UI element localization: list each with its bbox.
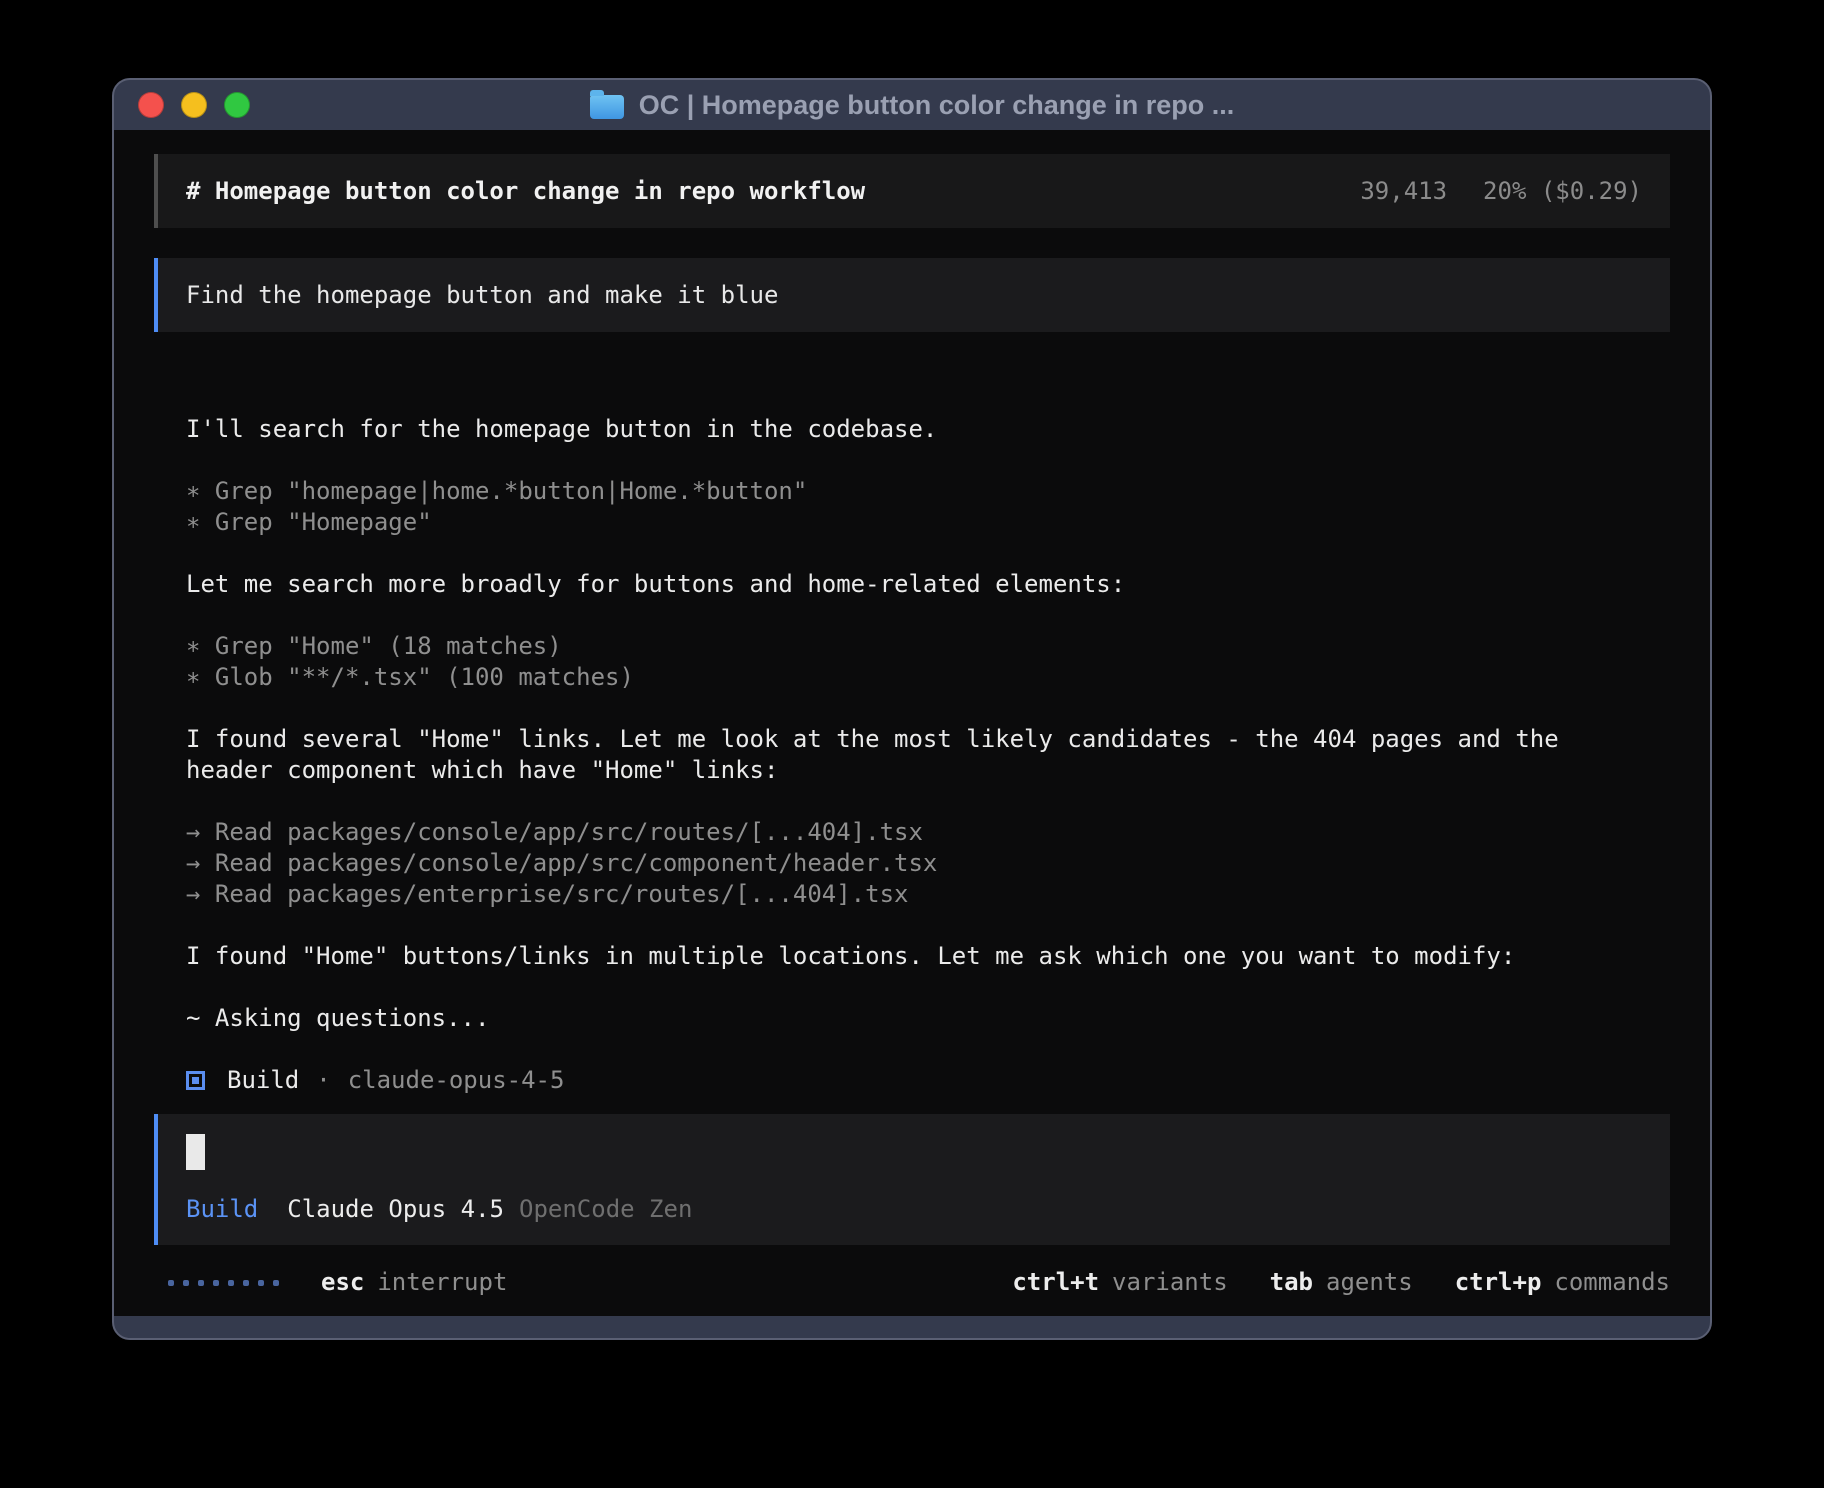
badge-separator: ·	[316, 1065, 330, 1096]
hint-label: variants	[1112, 1267, 1228, 1298]
transcript-gap	[186, 538, 1670, 569]
tool-call-line: ∗ Grep "Home" (18 matches)	[186, 631, 1670, 662]
session-stats: 39,413 20% ($0.29)	[1360, 177, 1642, 205]
transcript-gap	[186, 445, 1670, 476]
prompt-input[interactable]: Build Claude Opus 4.5 OpenCode Zen	[154, 1114, 1670, 1245]
spinner-dot	[168, 1280, 174, 1286]
input-model-label[interactable]: Claude Opus 4.5	[287, 1194, 504, 1225]
user-message-text: Find the homepage button and make it blu…	[186, 281, 778, 309]
assistant-transcript: I'll search for the homepage button in t…	[186, 414, 1670, 1034]
token-count: 39,413	[1360, 177, 1447, 205]
spinner-dot	[213, 1280, 219, 1286]
tool-call-line: → Read packages/console/app/src/routes/[…	[186, 817, 1670, 848]
keyboard-hints: ctrl+t variants tab agents ctrl+p commands	[1012, 1267, 1670, 1298]
session-title: # Homepage button color change in repo w…	[186, 177, 865, 205]
interrupt-hint-key: esc	[321, 1267, 364, 1298]
transcript-gap	[186, 910, 1670, 941]
transcript-gap	[186, 786, 1670, 817]
agent-name: Build	[227, 1065, 299, 1096]
spinner-dot	[273, 1280, 279, 1286]
terminal-window: OC | Homepage button color change in rep…	[112, 78, 1712, 1340]
assistant-text-line: ~ Asking questions...	[186, 1003, 1670, 1034]
spinner-dot	[198, 1280, 204, 1286]
agent-model: claude-opus-4-5	[348, 1065, 565, 1096]
spinner-dot	[243, 1280, 249, 1286]
assistant-text-line: I found "Home" buttons/links in multiple…	[186, 941, 1670, 972]
tool-call-line: ∗ Grep "homepage|home.*button|Home.*butt…	[186, 476, 1670, 507]
agent-badge: Build · claude-opus-4-5	[186, 1065, 1670, 1096]
session-header: # Homepage button color change in repo w…	[154, 154, 1670, 228]
hint-key: tab	[1270, 1267, 1313, 1298]
agent-square-icon	[186, 1071, 205, 1090]
interrupt-hint-label: interrupt	[377, 1267, 507, 1298]
user-message: Find the homepage button and make it blu…	[154, 258, 1670, 332]
spinner-dot	[258, 1280, 264, 1286]
input-provider-label: OpenCode Zen	[519, 1194, 692, 1225]
keyboard-hint: ctrl+t variants	[1012, 1267, 1227, 1298]
window-controls	[138, 92, 250, 118]
hint-key: ctrl+t	[1012, 1267, 1099, 1298]
close-button[interactable]	[138, 92, 164, 118]
tool-call-line: ∗ Grep "Homepage"	[186, 507, 1670, 538]
input-agent-label[interactable]: Build	[186, 1194, 258, 1225]
assistant-text-line: Let me search more broadly for buttons a…	[186, 569, 1670, 600]
working-spinner	[168, 1280, 279, 1286]
transcript-gap	[186, 972, 1670, 1003]
transcript-gap	[186, 600, 1670, 631]
assistant-text-line: header component which have "Home" links…	[186, 755, 1670, 786]
window-title: OC | Homepage button color change in rep…	[639, 90, 1235, 121]
zoom-button[interactable]	[224, 92, 250, 118]
hint-label: agents	[1326, 1267, 1413, 1298]
minimize-button[interactable]	[181, 92, 207, 118]
assistant-text-line: I'll search for the homepage button in t…	[186, 414, 1670, 445]
status-bar: esc interrupt ctrl+tvariantstabagentsctr…	[154, 1267, 1670, 1298]
hint-label: commands	[1554, 1267, 1670, 1298]
text-cursor	[186, 1134, 205, 1170]
tool-call-line: ∗ Glob "**/*.tsx" (100 matches)	[186, 662, 1670, 693]
hint-key: ctrl+p	[1455, 1267, 1542, 1298]
terminal-content: # Homepage button color change in repo w…	[114, 130, 1710, 1316]
spinner-dot	[228, 1280, 234, 1286]
interrupt-hint: esc interrupt	[321, 1267, 507, 1298]
folder-icon	[590, 95, 624, 119]
keyboard-hint: tab agents	[1270, 1267, 1413, 1298]
window-titlebar: OC | Homepage button color change in rep…	[114, 80, 1710, 130]
transcript-gap	[186, 693, 1670, 724]
keyboard-hint: ctrl+p commands	[1455, 1267, 1670, 1298]
input-footer: Build Claude Opus 4.5 OpenCode Zen	[186, 1194, 1642, 1225]
titlebar-title-group: OC | Homepage button color change in rep…	[590, 90, 1235, 121]
tool-call-line: → Read packages/console/app/src/componen…	[186, 848, 1670, 879]
context-usage: 20% ($0.29)	[1483, 177, 1642, 205]
assistant-text-line: I found several "Home" links. Let me loo…	[186, 724, 1670, 755]
spinner-dot	[183, 1280, 189, 1286]
tool-call-line: → Read packages/enterprise/src/routes/[.…	[186, 879, 1670, 910]
